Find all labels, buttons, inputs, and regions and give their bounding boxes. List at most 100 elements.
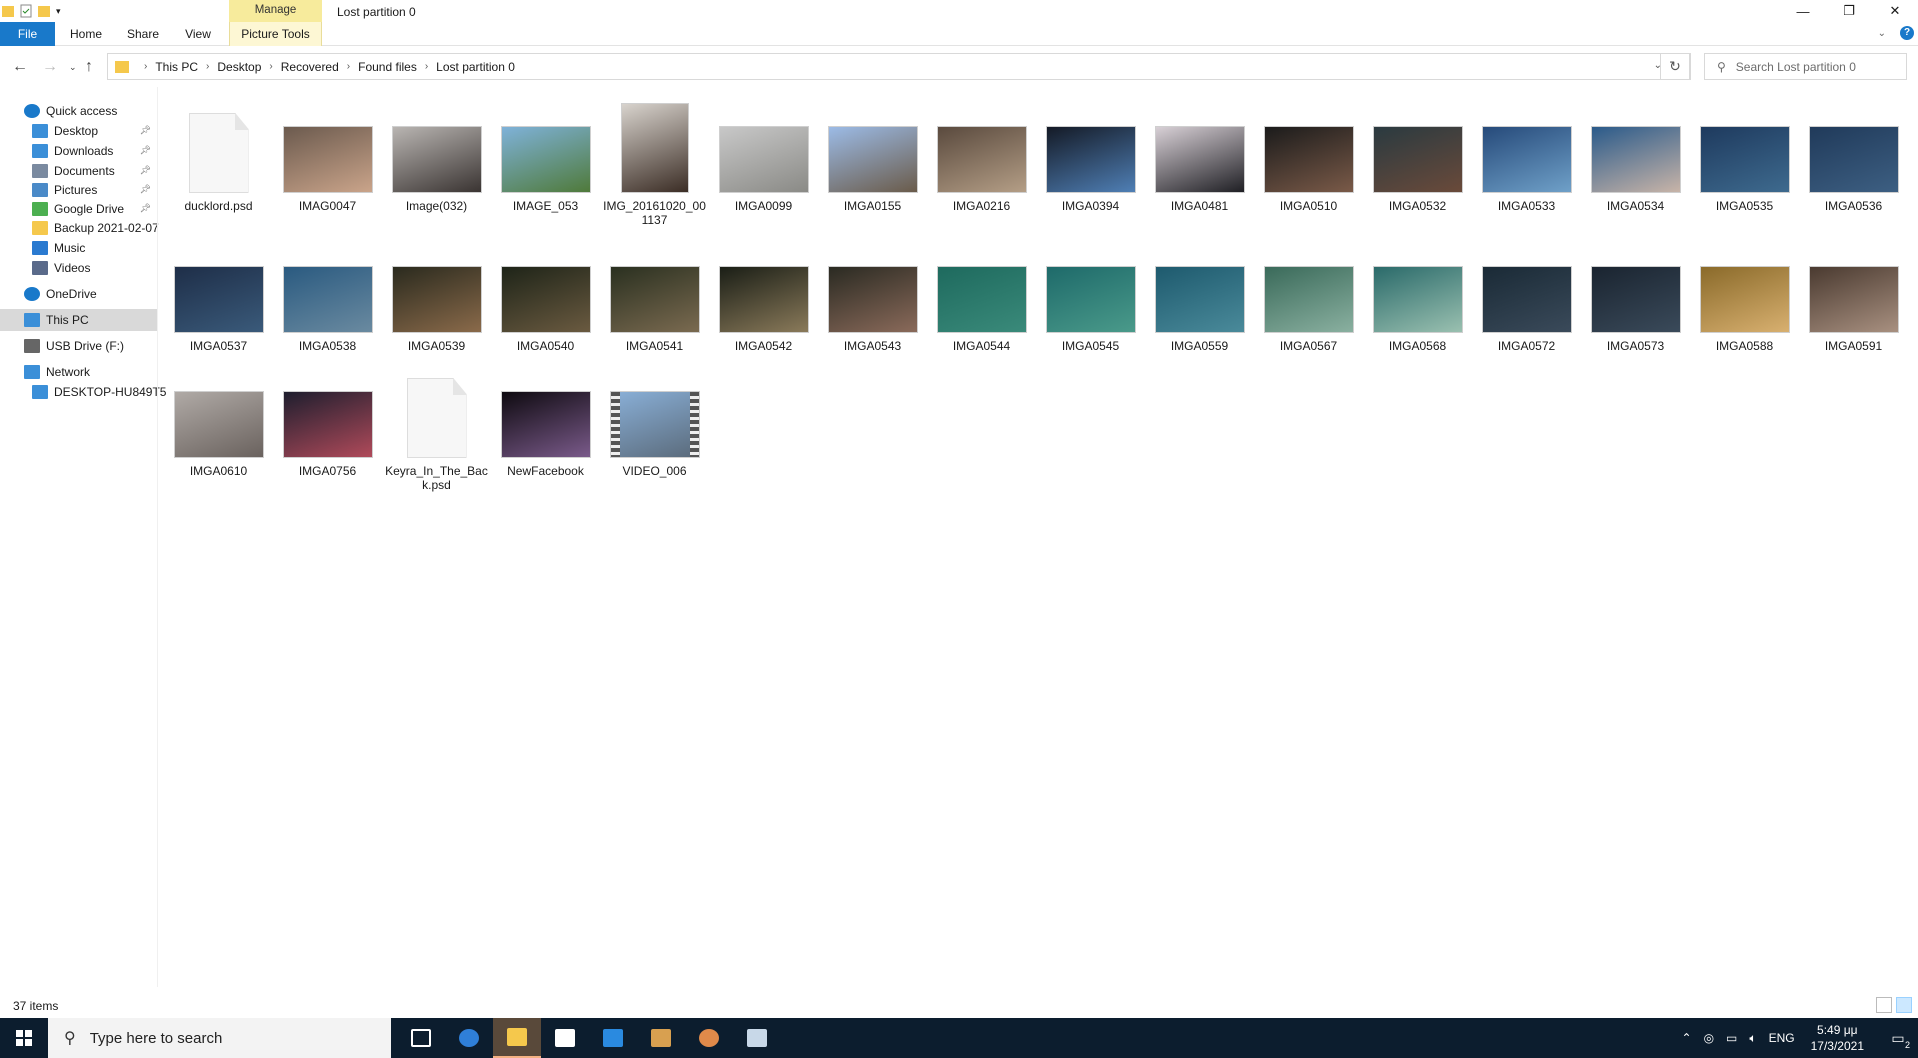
sidebar-item[interactable]: OneDrive <box>0 283 157 305</box>
breadcrumb-separator-icon[interactable]: › <box>425 61 428 72</box>
minimize-button[interactable]: — <box>1780 0 1826 22</box>
tab-home[interactable]: Home <box>66 22 106 46</box>
help-icon[interactable]: ? <box>1900 26 1914 40</box>
tab-share[interactable]: Share <box>123 22 163 46</box>
recent-locations-icon[interactable]: ⌄ <box>69 62 77 73</box>
file-tile[interactable]: Image(032) <box>385 95 488 213</box>
file-tile[interactable]: IMG_20161020_001137 <box>603 95 706 227</box>
file-tile[interactable]: IMGA0756 <box>276 360 379 478</box>
file-tile[interactable]: IMGA0567 <box>1257 235 1360 353</box>
file-tile[interactable]: IMGA0537 <box>167 235 270 353</box>
expand-ribbon-icon[interactable]: ⌄ <box>1878 28 1886 39</box>
sidebar-item[interactable]: Quick access <box>0 100 157 122</box>
file-tile[interactable]: IMGA0155 <box>821 95 924 213</box>
taskbar-app[interactable] <box>637 1018 685 1058</box>
file-tile[interactable]: IMGA0541 <box>603 235 706 353</box>
breadcrumb-separator-icon[interactable]: › <box>347 61 350 72</box>
taskbar-app[interactable] <box>397 1018 445 1058</box>
pane-divider[interactable] <box>157 87 158 987</box>
start-button[interactable] <box>0 1018 48 1058</box>
search-input[interactable] <box>1735 59 1896 74</box>
taskbar-app[interactable] <box>685 1018 733 1058</box>
taskbar-app[interactable] <box>493 1018 541 1058</box>
restore-button[interactable]: ❐ <box>1826 0 1872 22</box>
notifications-button[interactable]: ▭ 2 <box>1878 1018 1918 1058</box>
breadcrumb-separator-icon[interactable]: › <box>144 61 147 72</box>
back-arrow-icon[interactable]: ← <box>12 58 28 76</box>
refresh-button[interactable]: ↻ <box>1660 53 1690 80</box>
manage-contextual-tab[interactable]: Manage <box>229 0 322 22</box>
language-indicator[interactable]: ENG <box>1769 1031 1795 1045</box>
sidebar-item[interactable]: Desktop 📌︎ <box>0 120 157 142</box>
sidebar-item[interactable]: Videos <box>0 257 157 279</box>
close-button[interactable]: ✕ <box>1872 0 1918 22</box>
address-bar[interactable]: › This PC › Desktop › Recovered › Found files › L… <box>107 53 1691 80</box>
sidebar-item[interactable]: This PC <box>0 309 157 331</box>
tab-file[interactable]: File <box>0 22 55 46</box>
file-tile[interactable]: IMGA0588 <box>1693 235 1796 353</box>
pin-icon[interactable]: 📌︎ <box>140 184 151 195</box>
breadcrumb-item[interactable]: Recovered <box>281 60 339 74</box>
file-tile[interactable]: IMGA0542 <box>712 235 815 353</box>
search-box[interactable]: ⚲ <box>1704 53 1907 80</box>
file-tile[interactable]: IMGA0532 <box>1366 95 1469 213</box>
sidebar-item[interactable]: Backup 2021-02-07 <box>0 217 159 239</box>
file-tile[interactable]: IMGA0536 <box>1802 95 1905 213</box>
sidebar-item[interactable]: Downloads 📌︎ <box>0 140 157 162</box>
file-tile[interactable]: VIDEO_006 <box>603 360 706 478</box>
file-tile[interactable]: ducklord.psd <box>167 95 270 213</box>
taskbar-app[interactable] <box>541 1018 589 1058</box>
file-tile[interactable]: IMGA0216 <box>930 95 1033 213</box>
taskbar-search[interactable]: ⚲ Type here to search <box>48 1018 391 1058</box>
sidebar-item[interactable]: Network <box>0 361 157 383</box>
taskbar-app[interactable] <box>733 1018 781 1058</box>
file-tile[interactable]: IMGA0540 <box>494 235 597 353</box>
file-tile[interactable]: IMGA0545 <box>1039 235 1142 353</box>
file-tile[interactable]: Keyra_In_The_Back.psd <box>385 360 488 492</box>
sidebar-item[interactable]: Music <box>0 237 157 259</box>
breadcrumb-item[interactable]: This PC <box>155 60 198 74</box>
tab-view[interactable]: View <box>180 22 216 46</box>
file-tile[interactable]: IMGA0543 <box>821 235 924 353</box>
file-tile[interactable]: IMAG0047 <box>276 95 379 213</box>
file-tile[interactable]: IMGA0610 <box>167 360 270 478</box>
sidebar-item[interactable]: DESKTOP-HU849T5 <box>0 381 166 403</box>
show-hidden-icons-icon[interactable]: ⌃ <box>1682 1031 1692 1045</box>
file-tile[interactable]: IMGA0481 <box>1148 95 1251 213</box>
file-tile[interactable]: IMGA0394 <box>1039 95 1142 213</box>
pin-icon[interactable]: 📌︎ <box>140 203 151 214</box>
file-tile[interactable]: IMGA0573 <box>1584 235 1687 353</box>
clock[interactable]: 5:49 μμ 17/3/2021 <box>1811 1022 1864 1054</box>
large-icons-view-icon[interactable] <box>1896 997 1912 1013</box>
file-tile[interactable]: IMGA0572 <box>1475 235 1578 353</box>
file-tile[interactable]: IMGA0544 <box>930 235 1033 353</box>
file-tile[interactable]: IMGA0534 <box>1584 95 1687 213</box>
pin-icon[interactable]: 📌︎ <box>140 165 151 176</box>
file-tile[interactable]: IMGA0539 <box>385 235 488 353</box>
details-view-icon[interactable] <box>1876 997 1892 1013</box>
file-tile[interactable]: IMGA0533 <box>1475 95 1578 213</box>
file-tile[interactable]: IMGA0099 <box>712 95 815 213</box>
up-arrow-icon[interactable]: ↑ <box>85 58 93 76</box>
breadcrumb-item[interactable]: Lost partition 0 <box>436 60 515 74</box>
meet-now-icon[interactable]: ◎ <box>1704 1031 1714 1045</box>
pin-icon[interactable]: 📌︎ <box>140 145 151 156</box>
sidebar-item[interactable]: USB Drive (F:) <box>0 335 157 357</box>
file-tile[interactable]: IMGA0510 <box>1257 95 1360 213</box>
properties-icon[interactable] <box>20 4 32 18</box>
taskbar-app[interactable] <box>589 1018 637 1058</box>
breadcrumb-separator-icon[interactable]: › <box>269 61 272 72</box>
volume-icon[interactable]: 🔈︎ <box>1749 1031 1756 1046</box>
file-tile[interactable]: IMGA0535 <box>1693 95 1796 213</box>
file-tile[interactable]: IMGA0538 <box>276 235 379 353</box>
forward-arrow-icon[interactable]: → <box>42 58 58 76</box>
file-tile[interactable]: NewFacebook <box>494 360 597 478</box>
file-tile[interactable]: IMAGE_053 <box>494 95 597 213</box>
file-tile[interactable]: IMGA0568 <box>1366 235 1469 353</box>
file-tile[interactable]: IMGA0591 <box>1802 235 1905 353</box>
tab-picture-tools[interactable]: Picture Tools <box>229 22 322 46</box>
breadcrumb-item[interactable]: Desktop <box>217 60 261 74</box>
taskbar-app[interactable] <box>445 1018 493 1058</box>
breadcrumb-separator-icon[interactable]: › <box>206 61 209 72</box>
breadcrumb-item[interactable]: Found files <box>358 60 417 74</box>
